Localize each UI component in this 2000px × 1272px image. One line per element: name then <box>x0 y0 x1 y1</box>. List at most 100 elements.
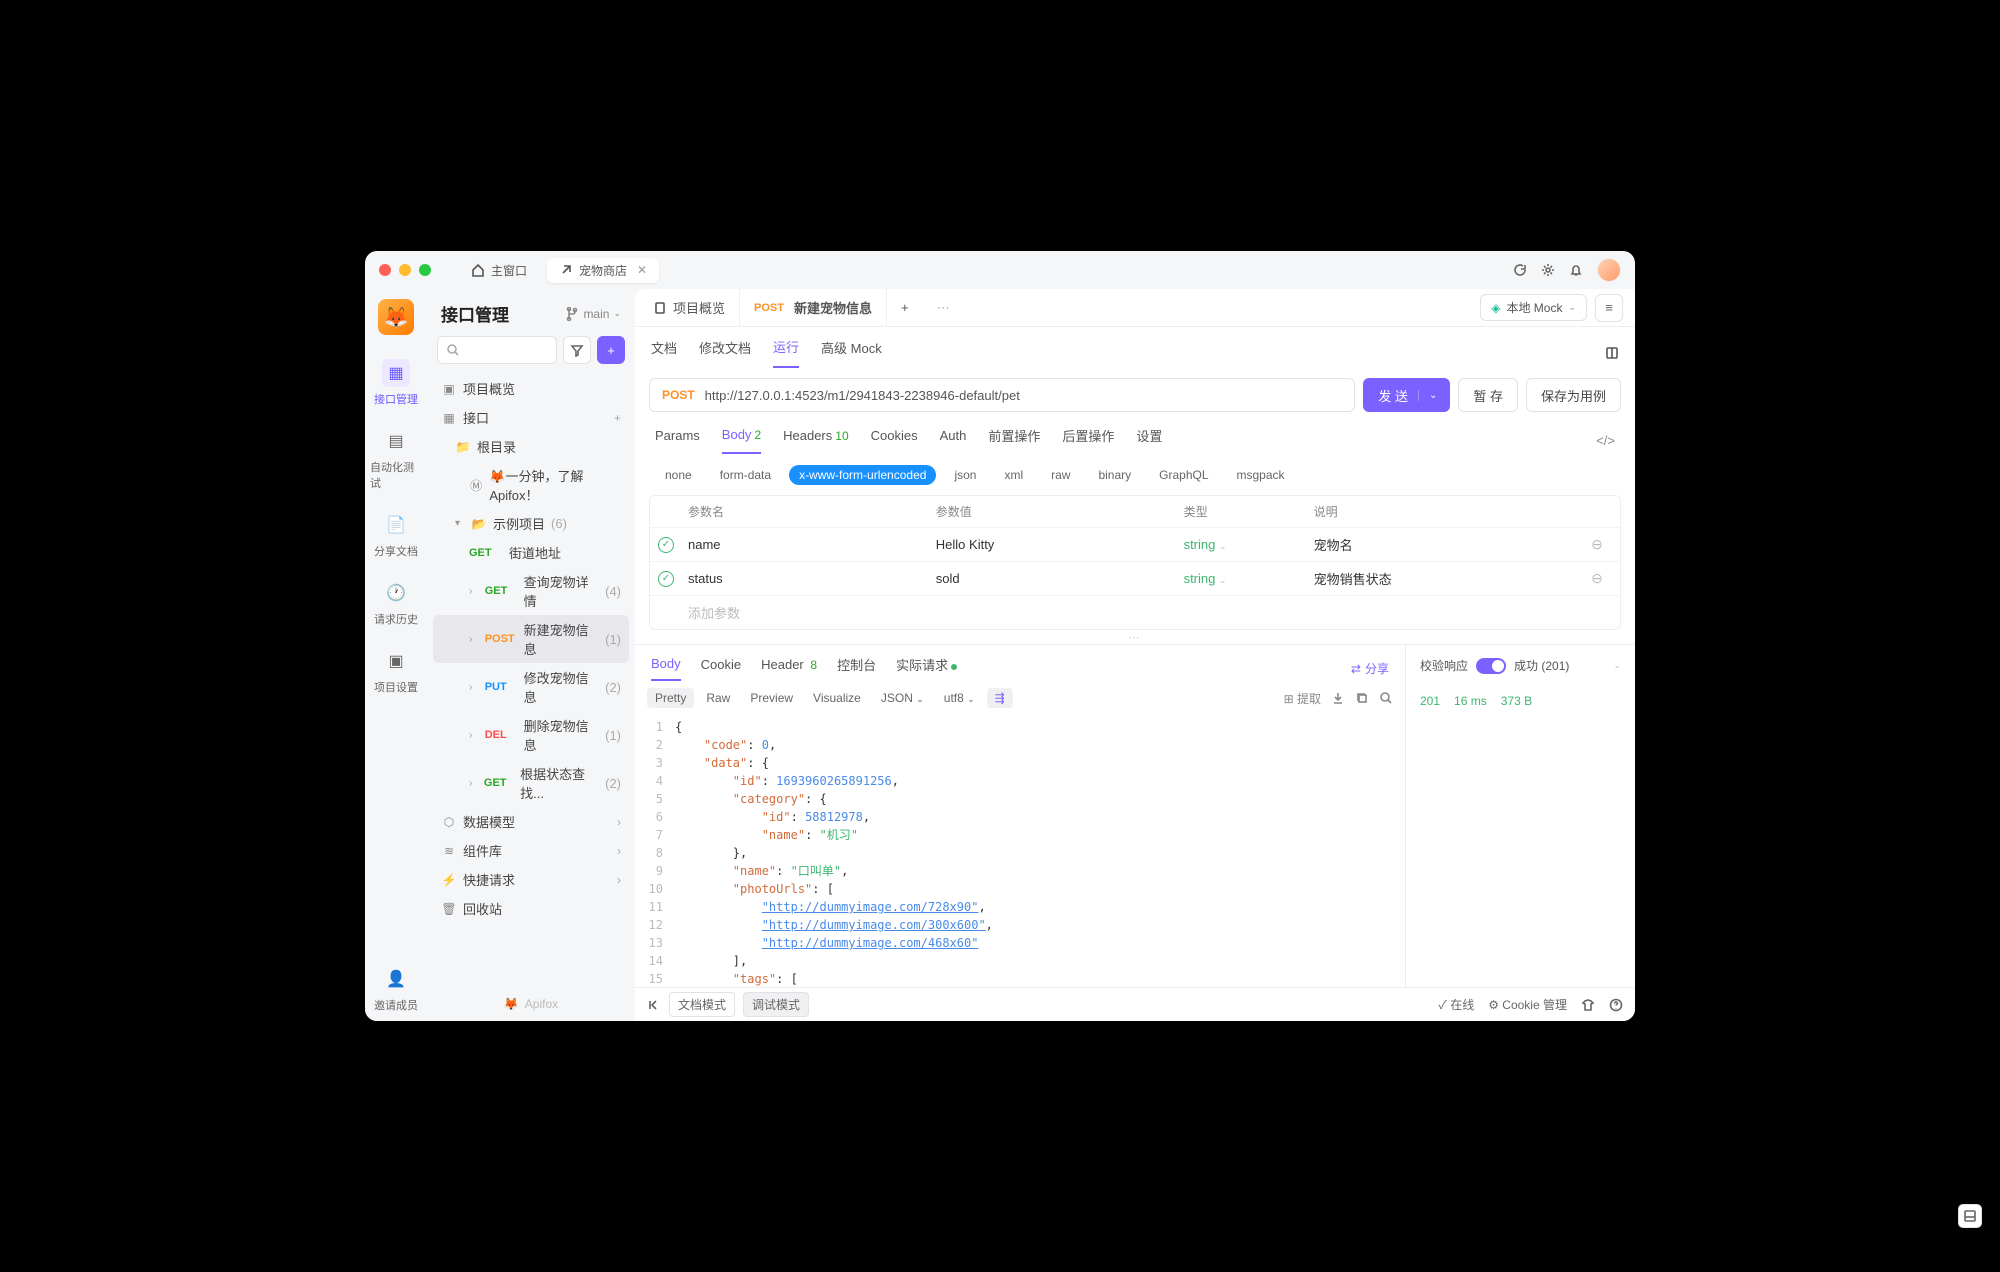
validate-toggle[interactable] <box>1476 658 1506 674</box>
saveas-button[interactable]: 保存为用例 <box>1526 378 1621 412</box>
maximize-window[interactable] <box>419 264 431 276</box>
tab-api[interactable]: POST新建宠物信息 <box>740 289 887 326</box>
tree-overview[interactable]: ▣项目概览 <box>433 374 629 403</box>
bodytype-binary[interactable]: binary <box>1088 465 1141 485</box>
tree-quickreq[interactable]: ⚡快捷请求› <box>433 865 629 894</box>
user-avatar[interactable] <box>1597 258 1621 282</box>
bodytype-raw[interactable]: raw <box>1041 465 1080 485</box>
tree-components[interactable]: ≋组件库› <box>433 836 629 865</box>
menu-button[interactable]: ≡ <box>1595 294 1623 322</box>
tool-wrap[interactable]: ⇶ <box>987 688 1013 708</box>
reqtab-settings[interactable]: 设置 <box>1136 426 1162 455</box>
tree-api-root[interactable]: ▦接口+ <box>433 403 629 432</box>
tab-add[interactable]: + <box>887 289 923 326</box>
nav-autotest[interactable]: ▤自动化测试 <box>370 419 422 499</box>
subtab-run[interactable]: 运行 <box>773 337 799 368</box>
reqtab-body[interactable]: Body2 <box>722 427 761 454</box>
bodytype-msgpack[interactable]: msgpack <box>1227 465 1295 485</box>
share-button[interactable]: ⇄ 分享 <box>1351 660 1389 677</box>
window-tab-main[interactable]: 主窗口 <box>459 258 539 283</box>
check-icon[interactable]: ✓ <box>658 537 674 553</box>
add-button[interactable]: + <box>597 336 625 364</box>
reqtab-post[interactable]: 后置操作 <box>1062 426 1114 455</box>
resptab-console[interactable]: 控制台 <box>837 655 876 682</box>
search-icon[interactable] <box>1379 691 1393 705</box>
reqtab-headers[interactable]: Headers10 <box>783 428 849 453</box>
tree-detail[interactable]: ›GET查询宠物详情 (4) <box>433 567 629 615</box>
subtab-mock[interactable]: 高级 Mock <box>821 338 882 367</box>
tree-delete[interactable]: ›DEL删除宠物信息 (1) <box>433 711 629 759</box>
close-tab-icon[interactable]: ✕ <box>637 263 647 277</box>
bell-icon[interactable] <box>1569 263 1583 277</box>
tree-create[interactable]: ›POST新建宠物信息 (1) <box>433 615 629 663</box>
resptab-cookie[interactable]: Cookie <box>701 657 741 680</box>
subtab-doc[interactable]: 文档 <box>651 338 677 367</box>
tool-format[interactable]: JSON ⌄ <box>873 688 932 708</box>
check-icon[interactable]: ✓ <box>658 571 674 587</box>
response-code[interactable]: 1{2 "code": 0,3 "data": {4 "id": 1693960… <box>635 714 1405 987</box>
reqtab-pre[interactable]: 前置操作 <box>988 426 1040 455</box>
tree-bystatus[interactable]: ›GET根据状态查找... (2) <box>433 759 629 807</box>
send-button[interactable]: 发 送⌄ <box>1363 378 1450 412</box>
tab-overview[interactable]: 项目概览 <box>639 289 740 326</box>
extract-button[interactable]: ⊞ 提取 <box>1284 690 1321 707</box>
tree-example-proj[interactable]: ▾📂示例项目 (6) <box>433 509 629 538</box>
collapse-icon[interactable] <box>647 998 661 1012</box>
table-row[interactable]: ✓ status sold string ⌄ 宠物销售状态 ⊖ <box>650 562 1620 596</box>
help-icon[interactable] <box>1609 998 1623 1012</box>
settings-icon[interactable] <box>1541 263 1555 277</box>
tree-datamodel[interactable]: ⬡数据模型› <box>433 807 629 836</box>
remove-row-icon[interactable]: ⊖ <box>1582 570 1612 587</box>
search-input[interactable] <box>437 336 557 364</box>
reqtab-cookies[interactable]: Cookies <box>871 428 918 453</box>
bodytype-graphql[interactable]: GraphQL <box>1149 465 1218 485</box>
tree-update[interactable]: ›PUT修改宠物信息 (2) <box>433 663 629 711</box>
filter-button[interactable] <box>563 336 591 364</box>
tree-root-dir[interactable]: 📁根目录 <box>433 432 629 461</box>
download-icon[interactable] <box>1331 691 1345 705</box>
table-row[interactable]: ✓ name Hello Kitty string ⌄ 宠物名 ⊖ <box>650 528 1620 562</box>
tool-pretty[interactable]: Pretty <box>647 688 694 708</box>
resptab-body[interactable]: Body <box>651 656 681 681</box>
window-tab-petstore[interactable]: 宠物商店 ✕ <box>547 258 659 283</box>
nav-settings[interactable]: ▣项目设置 <box>370 639 422 703</box>
bodytype-xml[interactable]: xml <box>994 465 1033 485</box>
layout-icon[interactable] <box>1605 346 1619 360</box>
chevron-down-icon[interactable]: ⌄ <box>1613 660 1621 671</box>
remove-row-icon[interactable]: ⊖ <box>1582 536 1612 553</box>
tool-preview[interactable]: Preview <box>742 688 801 708</box>
subtab-editdoc[interactable]: 修改文档 <box>699 338 751 367</box>
tool-raw[interactable]: Raw <box>698 688 738 708</box>
code-icon[interactable]: </> <box>1596 433 1615 448</box>
mode-doc[interactable]: 文档模式 <box>669 992 735 1017</box>
shirt-icon[interactable] <box>1581 998 1595 1012</box>
bodytype-none[interactable]: none <box>655 465 702 485</box>
reqtab-auth[interactable]: Auth <box>940 428 967 453</box>
nav-api[interactable]: ▦接口管理 <box>370 351 422 415</box>
branch-selector[interactable]: main ⌄ <box>565 307 621 321</box>
nav-sharedoc[interactable]: 📄分享文档 <box>370 503 422 567</box>
tool-enc[interactable]: utf8 ⌄ <box>936 688 983 708</box>
tab-more[interactable]: ⋯ <box>923 289 964 326</box>
bodytype-urlencoded[interactable]: x-www-form-urlencoded <box>789 465 936 485</box>
reqtab-params[interactable]: Params <box>655 428 700 453</box>
tree-trash[interactable]: 🗑回收站 <box>433 894 629 923</box>
resize-handle[interactable]: ⋯ <box>635 630 1635 644</box>
nav-invite[interactable]: 👤邀请成员 <box>370 957 422 1021</box>
add-param-row[interactable]: 添加参数 <box>650 596 1620 629</box>
tree-addr[interactable]: GET街道地址 <box>433 538 629 567</box>
tree-tip[interactable]: Ⓜ🦊一分钟，了解 Apifox！ <box>433 461 629 509</box>
resptab-header[interactable]: Header 8 <box>761 657 817 680</box>
copy-icon[interactable] <box>1355 691 1369 705</box>
close-window[interactable] <box>379 264 391 276</box>
nav-history[interactable]: 🕐请求历史 <box>370 571 422 635</box>
url-input[interactable]: POST http://127.0.0.1:4523/m1/2941843-22… <box>649 378 1355 412</box>
chevron-down-icon[interactable]: ⌄ <box>1418 390 1443 401</box>
bodytype-formdata[interactable]: form-data <box>710 465 781 485</box>
minimize-window[interactable] <box>399 264 411 276</box>
bodytype-json[interactable]: json <box>944 465 986 485</box>
refresh-icon[interactable] <box>1513 263 1527 277</box>
cookie-mgmt[interactable]: ⚙ Cookie 管理 <box>1488 996 1567 1013</box>
tool-visualize[interactable]: Visualize <box>805 688 869 708</box>
pause-button[interactable]: 暂 存 <box>1458 378 1518 412</box>
